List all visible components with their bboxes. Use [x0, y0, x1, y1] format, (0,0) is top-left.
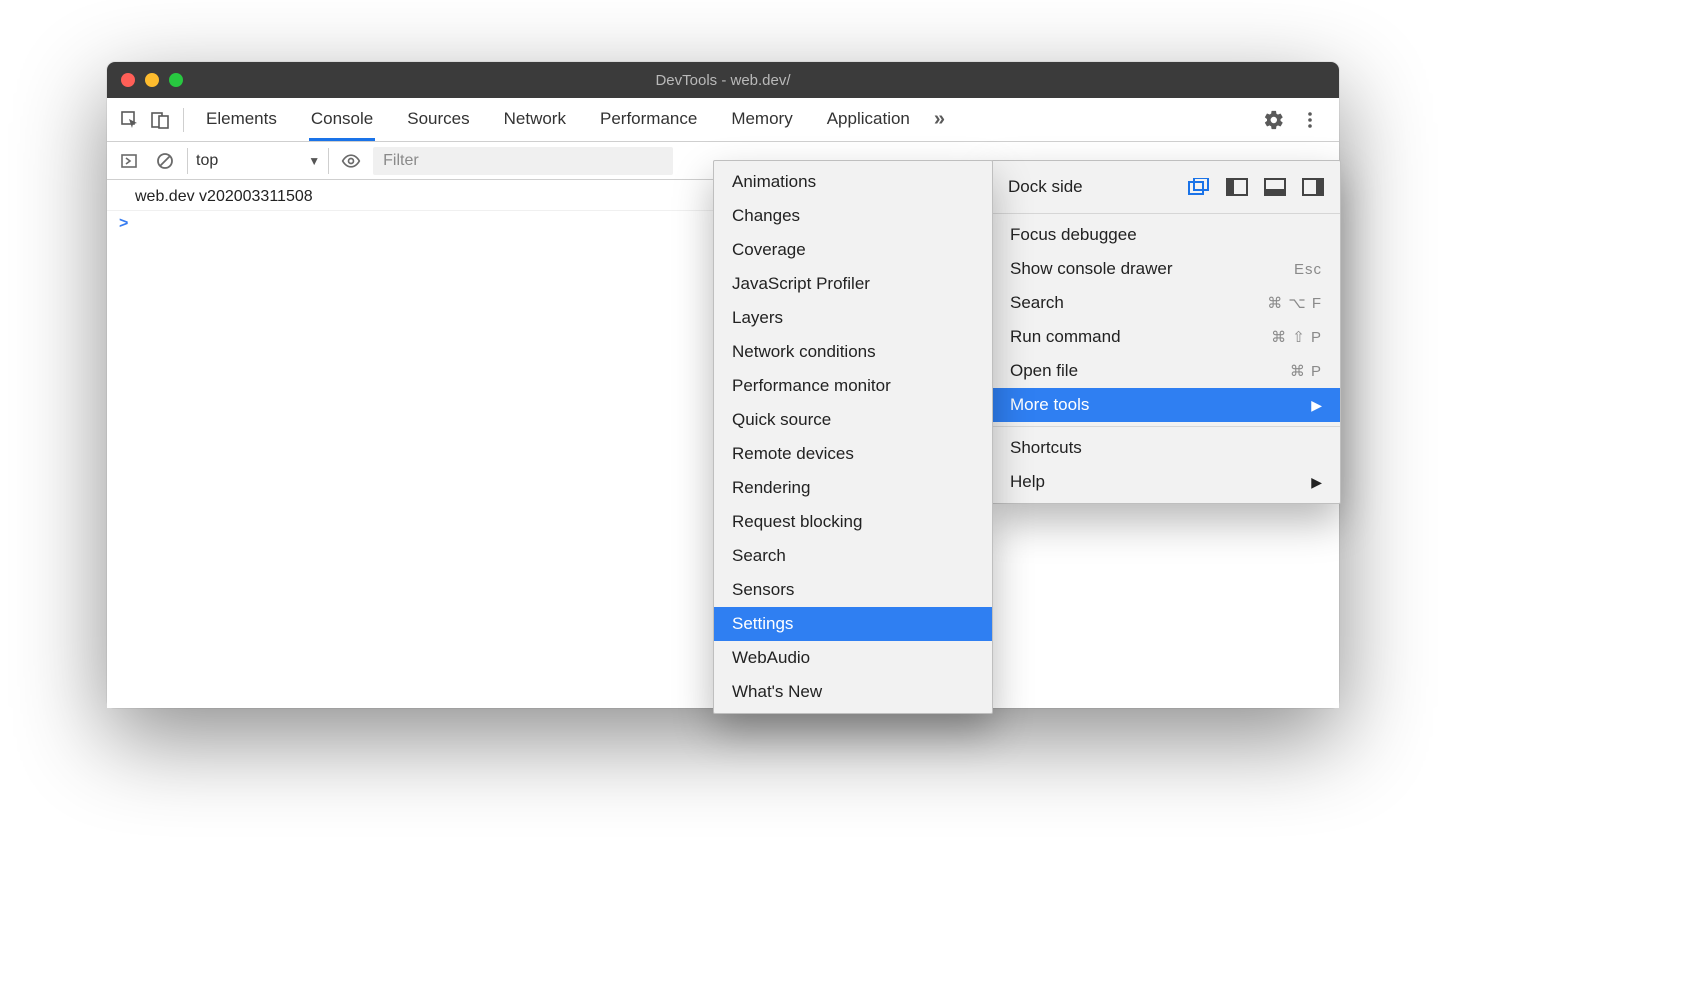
execution-context-select[interactable]: top ▼ — [187, 148, 329, 174]
tab-performance[interactable]: Performance — [598, 99, 699, 141]
menu-item-more-tools[interactable]: More tools ▶ — [992, 388, 1340, 422]
submenu-arrow-icon: ▶ — [1311, 397, 1322, 414]
execution-context-label: top — [196, 152, 218, 170]
submenu-item-webaudio[interactable]: WebAudio — [714, 641, 992, 675]
menu-item-label: Shortcuts — [1010, 438, 1082, 458]
dock-left-icon[interactable] — [1226, 178, 1248, 196]
submenu-item-what-s-new[interactable]: What's New — [714, 675, 992, 709]
console-filter-input[interactable] — [373, 147, 673, 175]
inspect-element-icon[interactable] — [115, 105, 145, 135]
close-window-button[interactable] — [121, 73, 135, 87]
dock-side-row: Dock side — [992, 165, 1340, 209]
menu-divider — [992, 213, 1340, 214]
menu-item-help[interactable]: Help ▶ — [992, 465, 1340, 499]
submenu-item-settings[interactable]: Settings — [714, 607, 992, 641]
overflow-tabs-button[interactable]: » — [934, 108, 945, 131]
console-sidebar-toggle-icon[interactable] — [115, 147, 143, 175]
submenu-item-request-blocking[interactable]: Request blocking — [714, 505, 992, 539]
submenu-item-performance-monitor[interactable]: Performance monitor — [714, 369, 992, 403]
dock-right-icon[interactable] — [1302, 178, 1324, 196]
submenu-item-quick-source[interactable]: Quick source — [714, 403, 992, 437]
dock-side-label: Dock side — [1008, 177, 1083, 197]
menu-item-label: Focus debuggee — [1010, 225, 1137, 245]
menu-shortcut: ⌘ ⌥ F — [1267, 294, 1322, 312]
menu-shortcut: ⌘ P — [1290, 362, 1322, 380]
menu-shortcut: ⌘ ⇧ P — [1271, 328, 1322, 346]
menu-item-label: More tools — [1010, 395, 1089, 415]
divider — [183, 108, 184, 132]
minimize-window-button[interactable] — [145, 73, 159, 87]
window-traffic-lights — [121, 73, 183, 87]
devtools-window: DevTools - web.dev/ Elements Console Sourc… — [107, 62, 1339, 708]
menu-item-show-console-drawer[interactable]: Show console drawer Esc — [992, 252, 1340, 286]
settings-gear-icon[interactable] — [1259, 105, 1289, 135]
panel-tabstrip: Elements Console Sources Network Performance… — [107, 98, 1339, 142]
menu-shortcut: Esc — [1294, 261, 1322, 278]
menu-item-run-command[interactable]: Run command ⌘ ⇧ P — [992, 320, 1340, 354]
menu-item-label: Search — [1010, 293, 1064, 313]
menu-item-label: Open file — [1010, 361, 1078, 381]
submenu-item-sensors[interactable]: Sensors — [714, 573, 992, 607]
more-tools-submenu: AnimationsChangesCoverageJavaScript Prof… — [713, 160, 993, 714]
dock-bottom-icon[interactable] — [1264, 178, 1286, 196]
zoom-window-button[interactable] — [169, 73, 183, 87]
tab-sources[interactable]: Sources — [405, 99, 471, 141]
submenu-item-layers[interactable]: Layers — [714, 301, 992, 335]
submenu-item-changes[interactable]: Changes — [714, 199, 992, 233]
window-title: DevTools - web.dev/ — [107, 72, 1339, 89]
tab-memory[interactable]: Memory — [729, 99, 794, 141]
submenu-item-coverage[interactable]: Coverage — [714, 233, 992, 267]
submenu-item-javascript-profiler[interactable]: JavaScript Profiler — [714, 267, 992, 301]
tab-console[interactable]: Console — [309, 99, 375, 141]
kebab-menu-icon[interactable] — [1295, 105, 1325, 135]
menu-item-open-file[interactable]: Open file ⌘ P — [992, 354, 1340, 388]
chevron-down-icon: ▼ — [308, 154, 320, 168]
titlebar: DevTools - web.dev/ — [107, 62, 1339, 98]
menu-item-shortcuts[interactable]: Shortcuts — [992, 431, 1340, 465]
submenu-item-network-conditions[interactable]: Network conditions — [714, 335, 992, 369]
device-toolbar-icon[interactable] — [145, 105, 175, 135]
main-menu: Dock side Focus debuggee Show console dra… — [991, 160, 1341, 504]
submenu-item-search[interactable]: Search — [714, 539, 992, 573]
submenu-arrow-icon: ▶ — [1311, 474, 1322, 491]
submenu-item-remote-devices[interactable]: Remote devices — [714, 437, 992, 471]
menu-item-search[interactable]: Search ⌘ ⌥ F — [992, 286, 1340, 320]
panel-tabs: Elements Console Sources Network Performance… — [204, 99, 912, 141]
menu-item-label: Help — [1010, 472, 1045, 492]
submenu-item-rendering[interactable]: Rendering — [714, 471, 992, 505]
tab-elements[interactable]: Elements — [204, 99, 279, 141]
tab-network[interactable]: Network — [502, 99, 568, 141]
menu-item-label: Show console drawer — [1010, 259, 1173, 279]
menu-item-focus-debuggee[interactable]: Focus debuggee — [992, 218, 1340, 252]
live-expression-eye-icon[interactable] — [337, 147, 365, 175]
menu-item-label: Run command — [1010, 327, 1121, 347]
menu-divider — [992, 426, 1340, 427]
clear-console-icon[interactable] — [151, 147, 179, 175]
tab-application[interactable]: Application — [825, 99, 912, 141]
dock-undock-icon[interactable] — [1188, 178, 1210, 196]
submenu-item-animations[interactable]: Animations — [714, 165, 992, 199]
